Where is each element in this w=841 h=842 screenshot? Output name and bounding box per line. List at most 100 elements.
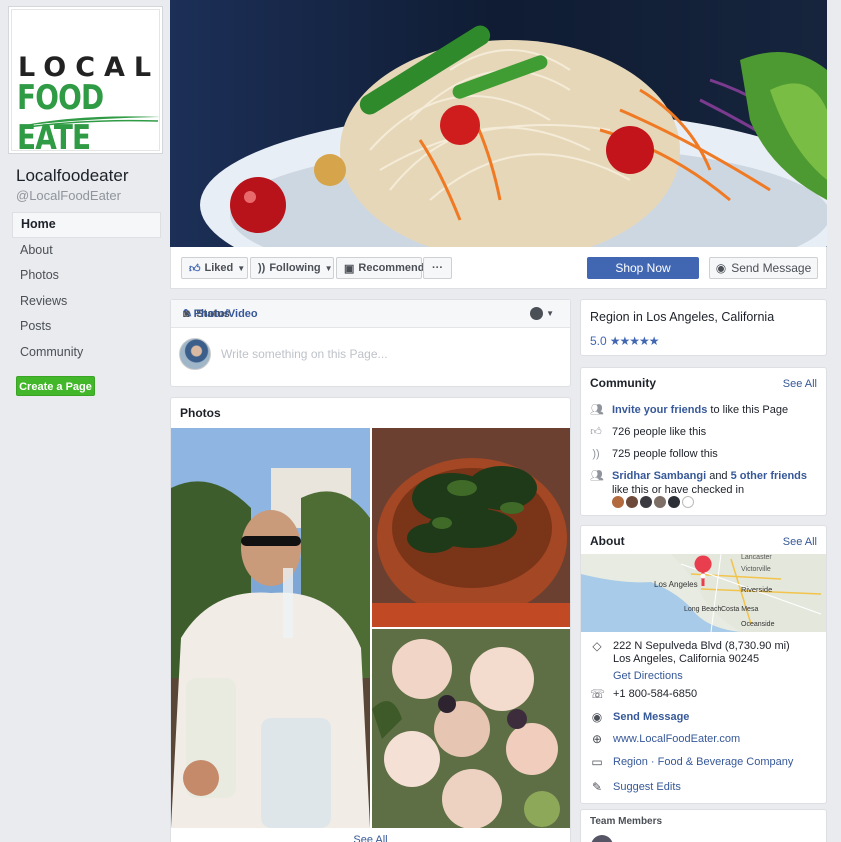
nav-item-photos[interactable]: Photos <box>12 263 161 289</box>
friend-name-link[interactable]: Sridhar Sambangi <box>612 470 706 482</box>
invite-rest: to like this Page <box>707 404 789 416</box>
avatar-small-icon <box>530 307 544 320</box>
nav-item-reviews[interactable]: Reviews <box>12 289 161 315</box>
profile-picture[interactable]: LOCAL FOOD EATE <box>8 6 163 154</box>
website-link[interactable]: www.LocalFoodEater.com <box>613 733 740 746</box>
nav-item-community[interactable]: Community <box>12 340 161 366</box>
map-label-riverside: Riverside <box>741 585 772 594</box>
rating[interactable]: 5.0 ★★★★★ <box>590 334 660 348</box>
liked-button[interactable]: 👍︎ Liked ▼ <box>181 257 248 279</box>
photo-fish-dish[interactable] <box>372 428 570 627</box>
photos-title[interactable]: Photos <box>171 398 570 428</box>
invite-friends-link[interactable]: Invite your friends <box>612 404 707 416</box>
about-see-all-link[interactable]: See All <box>783 536 817 548</box>
post-composer: ✎ Status ◙ Photo/Video ▼ Write something… <box>170 299 571 387</box>
community-see-all-link[interactable]: See All <box>783 378 817 390</box>
speech-bubble-icon: ▣ <box>344 262 355 275</box>
map-label-lancaster: Lancaster <box>741 554 772 561</box>
suggest-row: ✎ Suggest Edits <box>590 781 681 794</box>
people-icon: 👥︎ <box>590 470 604 482</box>
map-label-los-angeles: Los Angeles <box>654 580 698 589</box>
avatar[interactable] <box>682 496 694 508</box>
recommend-button[interactable]: ▣ Recommend <box>336 257 425 279</box>
nav-item-about[interactable]: About <box>12 238 161 264</box>
friends-rest: like this or have checked in <box>612 484 745 496</box>
page-action-bar: 👍︎ Liked ▼ )) Following ▼ ▣ Recommend ··… <box>170 247 827 289</box>
pencil-icon: ✎ <box>591 780 603 794</box>
photo-flowers[interactable] <box>372 629 570 828</box>
avatar[interactable] <box>654 496 666 508</box>
team-members-title: Team Members <box>590 816 663 827</box>
category-link[interactable]: Region · Food & Beverage Company <box>613 756 793 769</box>
post-as-selector[interactable]: ▼ <box>530 307 554 320</box>
avatar[interactable] <box>591 835 613 842</box>
nav-item-posts[interactable]: Posts <box>12 314 161 340</box>
recommend-label: Recommend <box>358 262 425 274</box>
likes-count[interactable]: 726 people like this <box>612 425 706 439</box>
camera-icon: ◙ <box>183 307 190 320</box>
globe-icon: ⊕ <box>591 732 603 746</box>
chevron-down-icon: ▼ <box>237 263 246 273</box>
address-row: ◇ 222 N Sepulveda Blvd (8,730.90 mi) Los… <box>590 639 790 683</box>
avatar[interactable] <box>668 496 680 508</box>
address-line1: 222 N Sepulveda Blvd (8,730.90 mi) <box>613 640 790 652</box>
photo-man-drinking[interactable] <box>171 428 370 828</box>
website-row: ⊕ www.LocalFoodEater.com <box>590 733 740 746</box>
messenger-icon: ◉ <box>715 261 727 275</box>
people-icon: 👥︎ <box>590 404 604 416</box>
page-handle[interactable]: @LocalFoodEater <box>16 188 121 203</box>
about-title: About <box>590 534 625 548</box>
suggest-edits-link[interactable]: Suggest Edits <box>613 781 681 794</box>
region-title: Region in Los Angeles, California <box>590 310 775 324</box>
send-message-label: Send Message <box>731 261 812 275</box>
follows-count[interactable]: 725 people follow this <box>612 447 718 461</box>
rss-icon: )) <box>258 262 266 274</box>
cover-photo[interactable] <box>170 0 827 247</box>
avatar <box>179 338 211 370</box>
rating-stars-icon: ★★★★★ <box>609 334 660 348</box>
rss-icon: )) <box>592 448 600 460</box>
composer-tabs: ✎ Status ◙ Photo/Video <box>171 300 570 328</box>
photos-see-all-link[interactable]: See All <box>171 834 570 842</box>
map-label-oceanside: Oceanside <box>741 621 775 628</box>
avatar[interactable] <box>640 496 652 508</box>
phone-number[interactable]: +1 800-584-6850 <box>613 688 697 701</box>
rating-value: 5.0 <box>590 334 607 348</box>
more-options-button[interactable]: ··· <box>423 257 452 279</box>
other-friends-link[interactable]: 5 other friends <box>731 470 807 482</box>
map-label-long-beach: Long Beach <box>684 606 721 613</box>
avatar[interactable] <box>626 496 638 508</box>
map-label-victorville: Victorville <box>741 566 771 573</box>
more-dots-icon: ··· <box>432 262 443 274</box>
send-message-link[interactable]: Send Message <box>613 711 689 724</box>
address-line2: Los Angeles, California 90245 <box>613 653 760 665</box>
shop-now-button[interactable]: Shop Now <box>587 257 699 279</box>
send-message-button[interactable]: ◉ Send Message <box>709 257 818 279</box>
create-page-button[interactable]: Create a Page <box>16 376 95 396</box>
tab-photo-video[interactable]: ◙ Photo/Video <box>183 308 258 320</box>
phone-row: ☏ +1 800-584-6850 <box>590 688 697 701</box>
phone-icon: ☏ <box>590 687 606 701</box>
thumbs-up-icon: 👍︎ <box>189 262 201 275</box>
composer-input[interactable]: Write something on this Page... <box>221 347 388 361</box>
map-label-costa-mesa: Costa Mesa <box>721 606 758 613</box>
about-card: About See All Lancaster Victorville Los … <box>580 525 827 804</box>
category-tag-icon: ▭ <box>591 755 603 769</box>
cover-food-image <box>170 0 827 247</box>
following-button[interactable]: )) Following ▼ <box>250 257 334 279</box>
photos-card: Photos See All <box>170 397 571 842</box>
avatar[interactable] <box>612 496 624 508</box>
liked-label: Liked <box>204 262 234 274</box>
location-diamond-icon: ◇ <box>592 639 602 653</box>
page-name[interactable]: Localfoodeater <box>16 166 128 186</box>
chevron-down-icon: ▼ <box>546 309 554 318</box>
photo-grid <box>171 428 570 828</box>
location-map[interactable]: Lancaster Victorville Los Angeles Rivers… <box>581 554 826 632</box>
invite-row: 👥︎ Invite your friends to like this Page <box>590 403 788 417</box>
following-label: Following <box>269 262 321 274</box>
nav-item-home[interactable]: Home <box>12 212 161 238</box>
left-nav: Home About Photos Reviews Posts Communit… <box>12 212 161 366</box>
get-directions-link[interactable]: Get Directions <box>613 670 683 683</box>
friend-avatars <box>612 496 694 508</box>
likes-row: 👍︎ 726 people like this <box>590 425 706 439</box>
